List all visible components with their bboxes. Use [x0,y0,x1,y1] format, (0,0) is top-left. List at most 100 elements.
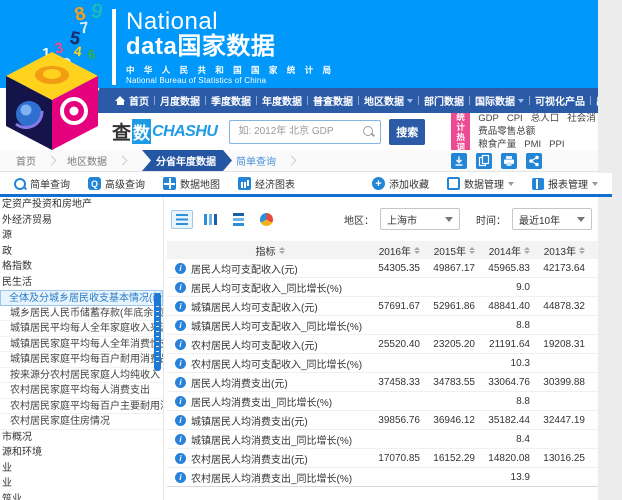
sidebar-item[interactable]: 民生活 [0,275,163,291]
nav-item-8[interactable]: 可视化产品 [535,93,585,108]
hot-word[interactable]: PPI [549,139,564,150]
nav-item-label: 首页 [129,93,149,108]
tab-simple-query-label: 简单查询 [30,176,70,191]
sidebar-item[interactable]: 农村居民家庭平均每百户主要耐用消费品拥有量 [0,399,163,415]
info-icon[interactable]: i [175,301,186,312]
row-label-text: 城镇居民人均消费支出(元) [191,413,308,428]
region-select[interactable]: 上海市 [380,208,460,230]
tab-economic-charts[interactable]: 经济图表 [238,176,295,191]
cell-value: 37458.33 [365,377,420,388]
row-label-text: 居民人均消费支出(元) [191,375,288,390]
hot-word[interactable]: 总人口 [531,113,560,124]
nav-separator [307,96,308,105]
hot-word[interactable]: GDP [478,113,499,124]
info-icon[interactable]: i [175,377,186,388]
nav-items: 首页月度数据季度数据年度数据普查数据地区数据部门数据国际数据可视化产品出版物我的… [110,88,598,113]
nav-item-2[interactable]: 季度数据 [211,93,251,108]
sidebar-item[interactable]: 城镇居民家庭平均每百户耐用消费品拥有量 [0,352,163,368]
home-icon [115,96,126,105]
sidebar-item[interactable]: 业 [0,476,163,492]
pie-chart-view-icon[interactable] [255,210,277,229]
download-icon[interactable] [451,153,467,169]
row-label: i 居民人均可支配收入_同比增长(%) [175,280,365,295]
nav-item-5[interactable]: 地区数据 [364,93,413,108]
sidebar-item-selected[interactable]: 全体及分城乡居民收支基本情况(新口径) [0,290,163,306]
info-icon[interactable]: i [175,453,186,464]
table-row: i居民人均消费支出_同比增长(%)8.8 [167,392,598,411]
breadcrumb-item[interactable]: 地区数据 [67,153,107,168]
nav-item-4[interactable]: 普查数据 [313,93,353,108]
sidebar-item[interactable]: 农村居民家庭住房情况 [0,414,163,430]
breadcrumb-item[interactable]: 首页 [16,153,36,168]
nav-item-0[interactable]: 首页 [115,93,149,108]
chevron-down-icon [445,217,453,222]
tab-simple-query[interactable]: 简单查询 [14,176,70,191]
row-label-text: 农村居民人均消费支出_同比增长(%) [191,470,352,485]
sidebar-item[interactable]: 城乡居民人民币储蓄存款(年底余额) [0,306,163,322]
nav-item-label: 季度数据 [211,93,251,108]
bar-chart-view-icon[interactable] [199,210,221,229]
hot-word[interactable]: CPI [507,113,523,124]
info-icon[interactable]: i [175,358,186,369]
info-icon[interactable]: i [175,396,186,407]
cell-value: 19208.31 [530,339,585,350]
cell-value: 39856.76 [365,415,420,426]
cell-value: 57691.67 [365,301,420,312]
breadcrumb-item[interactable]: 简单查询 [236,153,276,168]
sidebar-item[interactable]: 城镇居民平均每人全年家庭收入来源 [0,321,163,337]
table-row: i农村居民人均消费支出_同比增长(%)13.9 [167,468,598,487]
nav-item-3[interactable]: 年度数据 [262,93,302,108]
cell-value: 17070.85 [365,453,420,464]
sidebar-item[interactable]: 筑业 [0,492,163,500]
table-row: i农村居民人均可支配收入_同比增长(%)10.3 [167,354,598,373]
year-header: 2015年 [420,243,475,258]
sidebar-item[interactable]: 业 [0,461,163,477]
nav-item-6[interactable]: 部门数据 [424,93,464,108]
sidebar-item[interactable]: 按来源分农村居民家庭人均纯收入 [0,368,163,384]
hbar-chart-view-icon[interactable] [227,210,249,229]
time-select[interactable]: 最近10年 [512,208,592,230]
hot-word[interactable]: 粮食产量 [478,139,516,150]
info-icon[interactable]: i [175,339,186,350]
sidebar-item[interactable]: 农村居民家庭平均每人消费支出 [0,383,163,399]
breadcrumb-item-active[interactable]: 分省年度数据 [142,150,232,171]
report-manage-menu[interactable]: 报表管理 [532,176,598,191]
search-input[interactable] [229,120,381,144]
info-icon[interactable]: i [175,320,186,331]
hot-badge-line2: 热词 [455,132,466,152]
sidebar-item[interactable]: 格指数 [0,259,163,275]
tab-advanced-query[interactable]: Q 高级查询 [88,176,145,191]
data-manage-menu[interactable]: 数据管理 [447,176,514,191]
add-favorite-button[interactable]: + 添加收藏 [372,176,429,191]
sidebar-item[interactable]: 城镇居民家庭平均每人全年消费性支出 [0,337,163,353]
sidebar-scrollbar[interactable] [154,293,161,371]
nav-item-1[interactable]: 月度数据 [160,93,200,108]
info-icon[interactable]: i [175,472,186,483]
info-icon[interactable]: i [175,415,186,426]
table-row: i城镇居民人均消费支出_同比增长(%)8.4 [167,430,598,449]
sidebar-item[interactable]: 市概况 [0,430,163,446]
info-icon[interactable]: i [175,282,186,293]
nav-item-7[interactable]: 国际数据 [475,93,524,108]
report-manage-label: 报表管理 [548,176,588,191]
report-copy-icon[interactable] [476,153,492,169]
list-view-icon[interactable] [171,210,193,229]
hot-word[interactable]: PMI [524,139,541,150]
search-button[interactable]: 搜索 [389,119,425,145]
sort-icon[interactable] [579,247,585,254]
info-icon[interactable]: i [175,263,186,274]
sort-icon[interactable] [279,247,285,254]
info-icon[interactable]: i [175,434,186,445]
print-icon[interactable] [501,153,517,169]
nav-item-9[interactable]: 出版物 [596,93,598,108]
share-icon[interactable] [526,153,542,169]
chevron-down-icon [518,99,524,103]
tab-data-map[interactable]: 数据地图 [163,176,220,191]
sidebar-item[interactable]: 外经济贸易 [0,213,163,229]
sidebar-item[interactable]: 源 [0,228,163,244]
chashu-cha: 查 [112,118,131,145]
sidebar-item[interactable]: 源和环境 [0,445,163,461]
sidebar-item[interactable]: 政 [0,244,163,260]
row-label-text: 居民人均可支配收入_同比增长(%) [191,280,342,295]
sidebar-item[interactable]: 定资产投资和房地产 [0,197,163,213]
